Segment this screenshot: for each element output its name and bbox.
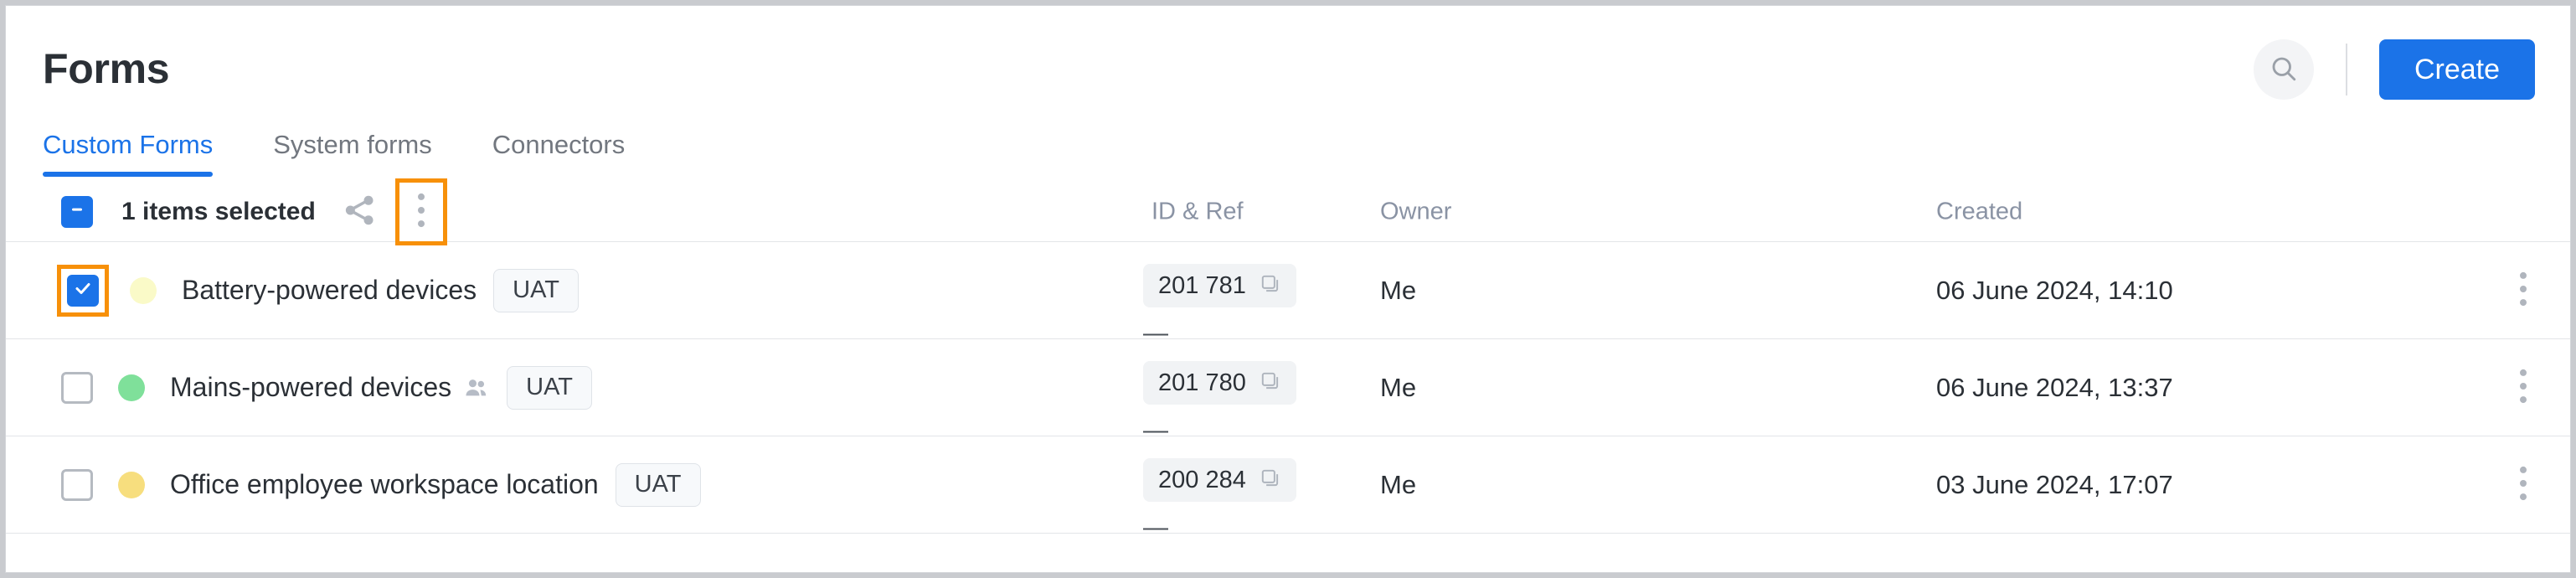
- table-row[interactable]: Battery-powered devices UAT 201 781 — Me…: [6, 242, 2570, 346]
- kebab-menu-icon: [2511, 270, 2536, 311]
- id-value: 200 284: [1158, 466, 1246, 493]
- status-dot: [118, 471, 145, 498]
- row-checkbox-highlight: [57, 264, 109, 317]
- shared-with-people-icon: [463, 374, 490, 401]
- row-actions-menu-button[interactable]: [2506, 268, 2540, 313]
- search-icon: [2269, 54, 2299, 86]
- search-button[interactable]: [2253, 39, 2314, 100]
- created-value: 06 June 2024, 13:37: [1936, 372, 2173, 402]
- row-name-cell: Office employee workspace location UAT: [61, 462, 701, 507]
- tab-connectors[interactable]: Connectors: [492, 130, 626, 177]
- column-header-owner: Owner: [1380, 198, 1452, 224]
- kebab-menu-icon: [2511, 367, 2536, 408]
- id-ref-cell: 200 284 —: [1143, 458, 1296, 540]
- row-name-cell: Battery-powered devices UAT: [57, 264, 580, 317]
- created-value: 06 June 2024, 14:10: [1936, 275, 2173, 305]
- list-toolbar: 1 items selected ID & Ref Owner Created: [6, 178, 2570, 245]
- id-value: 201 780: [1158, 369, 1246, 396]
- select-all-checkbox[interactable]: [61, 195, 93, 228]
- forms-page: Forms Create Custom Forms System forms C…: [5, 5, 2571, 573]
- table-row[interactable]: Mains-powered devices UAT 201 780 — Me 0…: [6, 339, 2570, 443]
- owner-value: Me: [1380, 469, 1417, 499]
- kebab-menu-icon: [409, 191, 434, 232]
- status-dot: [118, 374, 145, 401]
- created-value: 03 June 2024, 17:07: [1936, 469, 2173, 499]
- owner-value: Me: [1380, 372, 1417, 402]
- selection-group: 1 items selected: [6, 178, 447, 245]
- row-select-checkbox[interactable]: [61, 371, 93, 404]
- id-pill[interactable]: 201 780: [1143, 361, 1296, 405]
- table-row-partial: [6, 534, 2570, 569]
- bulk-actions-menu-button[interactable]: [406, 189, 436, 235]
- environment-badge: UAT: [615, 462, 701, 507]
- id-ref-cell: 201 780 —: [1143, 361, 1296, 443]
- row-title: Battery-powered devices: [182, 275, 477, 305]
- kebab-menu-icon: [2511, 464, 2536, 505]
- tab-custom-forms[interactable]: Custom Forms: [43, 130, 214, 177]
- id-ref-cell: 201 781 —: [1143, 264, 1296, 346]
- indeterminate-dash-icon: [69, 201, 85, 222]
- id-pill[interactable]: 200 284: [1143, 458, 1296, 502]
- bulk-actions-highlight: [394, 178, 447, 245]
- environment-badge: UAT: [507, 365, 593, 410]
- column-header-created: Created: [1936, 198, 2023, 224]
- row-select-checkbox[interactable]: [61, 468, 93, 501]
- copy-icon[interactable]: [1260, 467, 1281, 493]
- owner-value: Me: [1380, 275, 1417, 305]
- row-actions-menu-button[interactable]: [2506, 365, 2540, 410]
- row-title: Mains-powered devices: [170, 372, 452, 402]
- status-dot: [130, 276, 157, 304]
- checkmark-icon: [73, 278, 93, 302]
- row-title: Office employee workspace location: [170, 469, 599, 499]
- create-button[interactable]: Create: [2378, 39, 2535, 100]
- copy-icon[interactable]: [1260, 273, 1281, 299]
- environment-badge: UAT: [493, 268, 580, 312]
- page-title: Forms: [43, 45, 170, 92]
- column-header-id-ref: ID & Ref: [1151, 198, 1244, 224]
- tab-bar: Custom Forms System forms Connectors: [6, 130, 2570, 182]
- row-select-checkbox[interactable]: [67, 274, 99, 307]
- share-button[interactable]: [337, 190, 381, 234]
- id-value: 201 781: [1158, 271, 1246, 299]
- row-name-cell: Mains-powered devices UAT: [61, 365, 593, 410]
- share-icon: [341, 192, 378, 231]
- page-header: Forms Create: [6, 6, 2570, 130]
- row-actions-menu-button[interactable]: [2506, 462, 2540, 508]
- header-divider: [2345, 44, 2347, 95]
- copy-icon[interactable]: [1260, 370, 1281, 396]
- table-row[interactable]: Office employee workspace location UAT 2…: [6, 436, 2570, 540]
- tab-system-forms[interactable]: System forms: [273, 130, 431, 177]
- header-actions: Create: [2253, 39, 2535, 100]
- id-pill[interactable]: 201 781: [1143, 264, 1296, 307]
- selected-count-label: 1 items selected: [121, 197, 316, 225]
